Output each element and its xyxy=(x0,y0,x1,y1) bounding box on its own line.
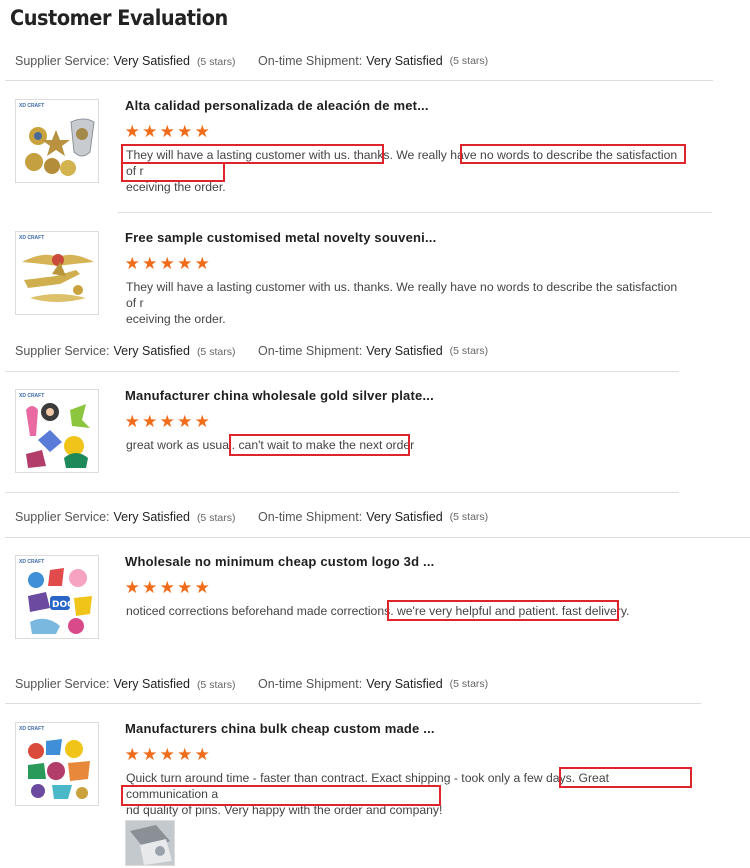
star-icon: ★ xyxy=(159,578,175,597)
divider xyxy=(118,212,712,213)
product-thumbnail[interactable]: XD CRAFT xyxy=(15,722,99,806)
ontime-shipment-stars: (5 stars) xyxy=(449,345,489,357)
supplier-service-stars: (5 stars) xyxy=(196,56,236,68)
star-icon: ★ xyxy=(159,122,175,141)
supplier-service-value: Very Satisfied xyxy=(113,677,190,691)
star-icon: ★ xyxy=(194,578,210,597)
supplier-service-label: Supplier Service: xyxy=(15,54,110,68)
star-icon: ★ xyxy=(177,745,193,764)
product-title[interactable]: Alta calidad personalizada de aleación d… xyxy=(125,98,429,113)
star-icon: ★ xyxy=(159,412,175,431)
star-icon: ★ xyxy=(124,122,140,141)
ontime-shipment-label: On-time Shipment: xyxy=(258,344,363,358)
highlight-box xyxy=(121,144,384,164)
supplier-service-label: Supplier Service: xyxy=(15,677,110,691)
rating-summary: Supplier Service: Very Satisfied (5 star… xyxy=(15,52,715,70)
star-icon: ★ xyxy=(177,412,193,431)
product-thumbnail[interactable]: XD CRAFT xyxy=(15,231,99,315)
ontime-shipment-value: Very Satisfied xyxy=(366,54,443,68)
star-icon: ★ xyxy=(142,745,158,764)
supplier-service-stars: (5 stars) xyxy=(196,512,236,524)
rating-stars: ★ ★ ★ ★ ★ xyxy=(124,579,211,596)
ontime-shipment-stars: (5 stars) xyxy=(449,678,489,690)
star-icon: ★ xyxy=(124,578,140,597)
star-icon: ★ xyxy=(124,412,140,431)
star-icon: ★ xyxy=(194,745,210,764)
star-icon: ★ xyxy=(159,745,175,764)
divider xyxy=(5,371,679,372)
ontime-shipment-stars: (5 stars) xyxy=(449,55,489,67)
rating-stars: ★ ★ ★ ★ ★ xyxy=(124,255,211,272)
product-title[interactable]: Wholesale no minimum cheap custom logo 3… xyxy=(125,554,435,569)
product-title[interactable]: Free sample customised metal novelty sou… xyxy=(125,230,436,245)
divider xyxy=(5,80,713,81)
xd-craft-logo: XD CRAFT xyxy=(19,559,45,565)
product-thumbnail[interactable]: XD CRAFT DOG xyxy=(15,555,99,639)
highlight-box xyxy=(460,144,686,164)
star-icon: ★ xyxy=(177,122,193,141)
product-title[interactable]: Manufacturers china bulk cheap custom ma… xyxy=(125,721,435,736)
review-text-line: They will have a lasting customer with u… xyxy=(126,280,678,310)
star-icon: ★ xyxy=(177,578,193,597)
xd-craft-logo: XD CRAFT xyxy=(19,393,45,399)
rating-summary: Supplier Service: Very Satisfied (5 star… xyxy=(15,342,715,360)
star-icon: ★ xyxy=(194,412,210,431)
star-icon: ★ xyxy=(124,745,140,764)
highlight-box xyxy=(229,434,410,456)
highlight-box xyxy=(387,600,619,621)
ontime-shipment-value: Very Satisfied xyxy=(366,677,443,691)
rating-stars: ★ ★ ★ ★ ★ xyxy=(124,413,211,430)
highlight-box xyxy=(121,162,225,182)
highlight-box xyxy=(559,767,692,788)
ontime-shipment-value: Very Satisfied xyxy=(366,344,443,358)
supplier-service-stars: (5 stars) xyxy=(196,679,236,691)
review-text: They will have a lasting customer with u… xyxy=(126,279,686,327)
ontime-shipment-label: On-time Shipment: xyxy=(258,677,363,691)
divider xyxy=(5,537,750,538)
star-icon: ★ xyxy=(177,254,193,273)
product-thumbnail[interactable]: XD CRAFT xyxy=(15,99,99,183)
star-icon: ★ xyxy=(159,254,175,273)
supplier-service-stars: (5 stars) xyxy=(196,346,236,358)
divider xyxy=(5,703,701,704)
star-icon: ★ xyxy=(142,578,158,597)
ontime-shipment-label: On-time Shipment: xyxy=(258,54,363,68)
review-photo-thumbnail[interactable] xyxy=(125,820,175,866)
star-icon: ★ xyxy=(124,254,140,273)
page-title: Customer Evaluation xyxy=(10,6,228,30)
supplier-service-label: Supplier Service: xyxy=(15,344,110,358)
ontime-shipment-value: Very Satisfied xyxy=(366,510,443,524)
xd-craft-logo: XD CRAFT xyxy=(19,235,45,241)
product-thumbnail[interactable]: XD CRAFT xyxy=(15,389,99,473)
supplier-service-value: Very Satisfied xyxy=(113,510,190,524)
supplier-service-value: Very Satisfied xyxy=(113,54,190,68)
highlight-box xyxy=(121,785,441,806)
supplier-service-value: Very Satisfied xyxy=(113,344,190,358)
xd-craft-logo: XD CRAFT xyxy=(19,103,45,109)
xd-craft-logo: XD CRAFT xyxy=(19,726,45,732)
star-icon: ★ xyxy=(194,254,210,273)
rating-stars: ★ ★ ★ ★ ★ xyxy=(124,746,211,763)
rating-stars: ★ ★ ★ ★ ★ xyxy=(124,123,211,140)
svg-text:DOG: DOG xyxy=(52,600,75,610)
rating-summary: Supplier Service: Very Satisfied (5 star… xyxy=(15,675,715,693)
rating-summary: Supplier Service: Very Satisfied (5 star… xyxy=(15,508,715,526)
ontime-shipment-label: On-time Shipment: xyxy=(258,510,363,524)
star-icon: ★ xyxy=(142,412,158,431)
ontime-shipment-stars: (5 stars) xyxy=(449,511,489,523)
divider xyxy=(5,492,679,493)
star-icon: ★ xyxy=(142,122,158,141)
supplier-service-label: Supplier Service: xyxy=(15,510,110,524)
star-icon: ★ xyxy=(142,254,158,273)
star-icon: ★ xyxy=(194,122,210,141)
product-title[interactable]: Manufacturer china wholesale gold silver… xyxy=(125,388,434,403)
review-text-line: eceiving the order. xyxy=(126,312,226,326)
